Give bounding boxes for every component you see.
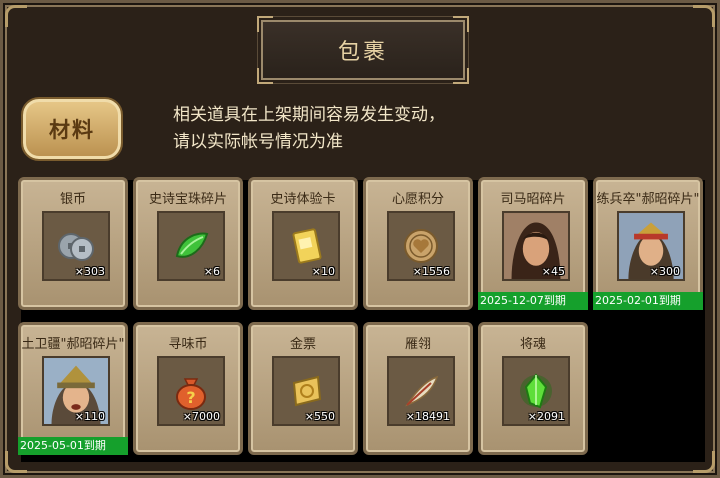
item-icon-frame: ×10 — [272, 211, 340, 281]
item-name: 史诗宝珠碎片 — [148, 192, 227, 207]
item-icon-frame: ×18491 — [387, 356, 455, 426]
item-count: ×7000 — [182, 410, 220, 423]
item-count: ×1556 — [412, 265, 450, 278]
item-name: 司马昭碎片 — [500, 192, 566, 207]
tab-material[interactable]: 材料 — [21, 97, 123, 161]
item-name: 雁翎 — [404, 337, 431, 352]
frame-corner — [693, 5, 715, 27]
feather-icon — [405, 375, 439, 407]
mystery-bag-icon: ? — [176, 378, 206, 410]
item-slot-xunwei-coin[interactable]: 寻味币 ? ×7000 — [133, 322, 243, 455]
heart-coin-icon — [404, 229, 438, 263]
notice-text: 相关道具在上架期间容易发生变动， 请以实际帐号情况为准 — [173, 102, 445, 156]
item-icon-frame: ×550 — [272, 356, 340, 426]
notice-line-1: 相关道具在上架期间容易发生变动， — [173, 105, 445, 125]
item-name: 练兵卒"郝昭碎片" — [596, 192, 700, 207]
expiry-date-badge: 2025-12-07到期 — [478, 292, 588, 310]
item-name: 土卫疆"郝昭碎片" — [21, 337, 125, 352]
item-count: ×303 — [74, 265, 105, 278]
item-slot-gold-ticket[interactable]: 金票 ×550 — [248, 322, 358, 455]
window-title: 包裹 — [337, 40, 388, 65]
item-name: 心愿积分 — [391, 192, 444, 207]
item-slot-hao-zhao-shard-guard[interactable]: 土卫疆"郝昭碎片" ×110 2025-05-01到期 — [18, 322, 128, 455]
item-slot-yanling-feather[interactable]: 雁翎 ×18491 — [363, 322, 473, 455]
item-slot-wish-points[interactable]: 心愿积分 ×1556 — [363, 177, 473, 310]
gold-card-icon — [292, 228, 322, 264]
item-slot-hao-zhao-shard-trainee[interactable]: 练兵卒"郝昭碎片" ×300 2025-02-01到期 — [593, 177, 703, 310]
item-slot-epic-orb-shard[interactable]: 史诗宝珠碎片 ×6 — [133, 177, 243, 310]
item-name: 银币 — [59, 192, 86, 207]
gold-ticket-icon — [292, 375, 322, 407]
item-slot-epic-trial-card[interactable]: 史诗体验卡 ×10 — [248, 177, 358, 310]
item-slot-sima-zhao-shard[interactable]: 司马昭碎片 ×45 2025-12-07到期 — [478, 177, 588, 310]
title-plate: 包裹 — [257, 16, 469, 84]
item-name: 寻味币 — [168, 337, 208, 352]
item-name: 史诗体验卡 — [270, 192, 336, 207]
svg-text:?: ? — [186, 388, 195, 407]
expiry-date-badge: 2025-02-01到期 — [593, 292, 703, 310]
item-slot-general-soul[interactable]: 将魂 ×2091 — [478, 322, 588, 455]
item-count: ×2091 — [527, 410, 565, 423]
item-count: ×10 — [311, 265, 335, 278]
coins-icon — [58, 233, 94, 261]
item-count: ×550 — [304, 410, 335, 423]
notice-line-2: 请以实际帐号情况为准 — [173, 132, 343, 152]
green-leaf-gem-icon — [175, 232, 209, 258]
item-icon-frame: ×300 — [617, 211, 685, 281]
item-slot-silver-coin[interactable]: 银币 ×303 — [18, 177, 128, 310]
green-crystal-icon — [520, 373, 552, 409]
expiry-date-badge: 2025-05-01到期 — [18, 437, 128, 455]
item-count: ×45 — [541, 265, 565, 278]
item-icon-frame: ×6 — [157, 211, 225, 281]
item-icon-frame: ×45 — [502, 211, 570, 281]
tab-material-label: 材料 — [49, 118, 95, 142]
item-count: ×6 — [203, 265, 220, 278]
item-name: 将魂 — [519, 337, 546, 352]
item-count: ×300 — [649, 265, 680, 278]
item-icon-frame: ×2091 — [502, 356, 570, 426]
item-icon-frame: ×303 — [42, 211, 110, 281]
item-name: 金票 — [289, 337, 316, 352]
item-count: ×110 — [74, 410, 105, 423]
item-icon-frame: ×1556 — [387, 211, 455, 281]
frame-corner — [5, 5, 27, 27]
item-icon-frame: ×110 — [42, 356, 110, 426]
item-count: ×18491 — [405, 410, 450, 423]
item-icon-frame: ? ×7000 — [157, 356, 225, 426]
